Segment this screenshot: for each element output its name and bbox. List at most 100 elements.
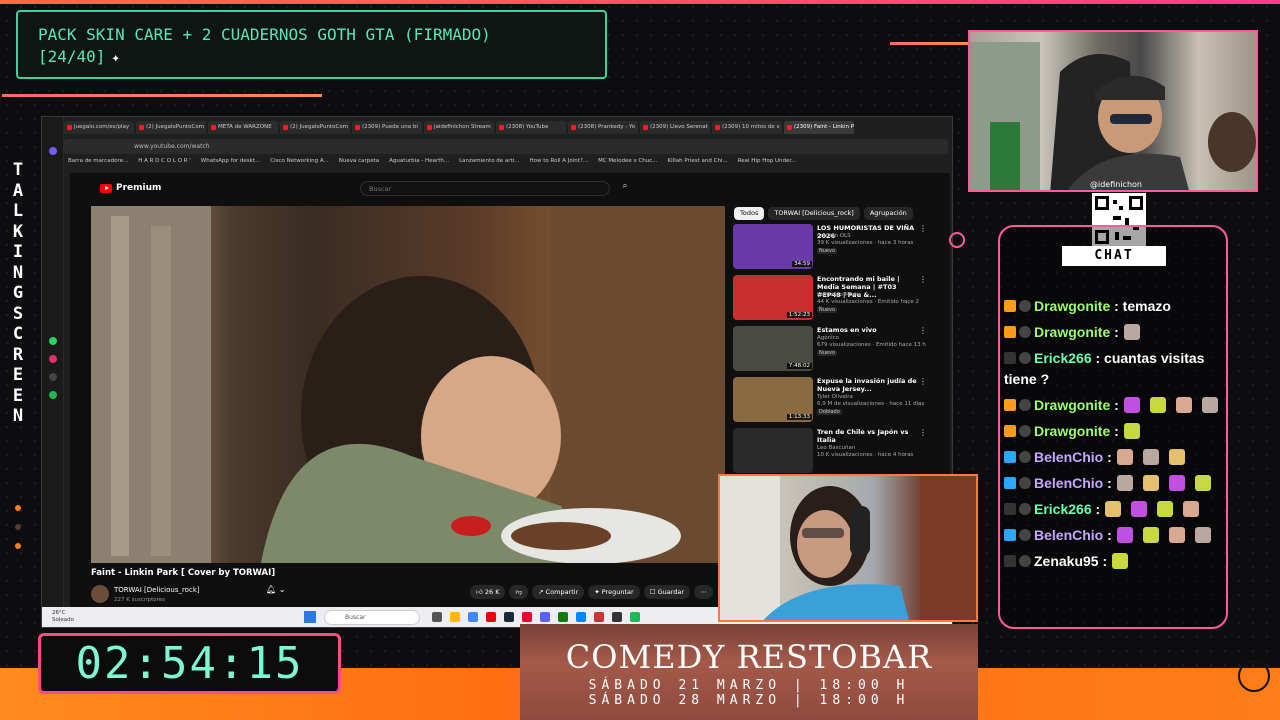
chat-text: : <box>1114 324 1119 340</box>
browser-tab[interactable]: (2309) 10 mitos de v <box>712 121 782 134</box>
chat-username[interactable]: Zenaku95 <box>1034 553 1099 569</box>
sidebar-home-icon[interactable] <box>49 147 57 155</box>
bookmark-item[interactable]: Lanzamiento de arti... <box>459 158 519 169</box>
filter-chip[interactable]: TORWAI [Delicious_rock] <box>768 207 860 220</box>
video-duration: 7:48:02 <box>786 363 812 369</box>
filter-chip[interactable]: Todos <box>734 207 765 220</box>
video-player[interactable] <box>91 206 725 563</box>
chat-username[interactable]: BelenChio <box>1034 527 1103 543</box>
taskbar-search[interactable]: Buscar <box>324 610 420 625</box>
browser-tab[interactable]: jaidefinichon Stream <box>424 121 494 134</box>
glasses <box>1110 114 1152 124</box>
steam-icon[interactable] <box>504 612 514 622</box>
browser-tab[interactable]: (2308) Prankedy - Yo <box>568 121 638 134</box>
chat-username[interactable]: BelenChio <box>1034 475 1103 491</box>
food <box>511 522 611 550</box>
bookmark-item[interactable]: Barra de marcadore... <box>68 158 128 169</box>
recommended-video[interactable]: 34:59 LOS HUMORISTAS DE VIÑA 2026 Cristian… <box>733 224 943 271</box>
recommended-channel: Leo Bascuñan <box>817 445 856 451</box>
recommended-video[interactable]: Tren de Chile vs Japón vs Italia Leo Basc… <box>733 428 943 475</box>
chat-username[interactable]: Drawgonite <box>1034 423 1110 439</box>
recommended-title[interactable]: Estamos en vivo <box>817 326 921 334</box>
more-options-icon[interactable]: ⋯ <box>694 585 713 599</box>
share-button[interactable]: ↗ Compartir <box>532 585 585 599</box>
browser-tab[interactable]: (2309) Puede una bi <box>352 121 422 134</box>
bookmark-item[interactable]: Killah Priest and Chi... <box>668 158 728 169</box>
weather-widget[interactable]: 26°C Soleado <box>52 610 74 624</box>
recommended-title[interactable]: Tren de Chile vs Japón vs Italia <box>817 428 921 444</box>
browser-tab[interactable]: (2308) YouTube <box>496 121 566 134</box>
accent-line <box>2 94 322 97</box>
spotify-taskbar-icon[interactable] <box>630 612 640 622</box>
chat-text: : <box>1107 527 1112 543</box>
filter-chip[interactable]: Agrupación <box>863 207 913 220</box>
search-icon[interactable]: ⌕ <box>614 181 636 196</box>
chat-username[interactable]: Drawgonite <box>1034 397 1110 413</box>
whatsapp-icon[interactable] <box>49 337 57 345</box>
app-icon[interactable] <box>576 612 586 622</box>
more-options-icon[interactable]: ⋮ <box>919 428 927 437</box>
xbox-icon[interactable] <box>558 612 568 622</box>
bookmark-item[interactable]: Aguaturbia - Hearth... <box>389 158 449 169</box>
like-button[interactable]: 👍︎ 26 K <box>470 585 506 599</box>
recommended-title[interactable]: Expuse la invasión judía de Nueva Jersey… <box>817 377 921 393</box>
chat-label: CHAT <box>1062 246 1166 266</box>
windows-start-icon[interactable] <box>304 611 316 623</box>
chat-username[interactable]: Drawgonite <box>1034 324 1110 340</box>
bookmark-item[interactable]: Cisco Networking A... <box>270 158 329 169</box>
save-button[interactable]: ☐ Guardar <box>643 585 691 599</box>
recommended-video[interactable]: 1:52:23 Encontrando mi baile | Media Sema… <box>733 275 943 322</box>
channel-name[interactable]: TORWAI [Delicious_rock] <box>114 586 200 594</box>
bookmark-item[interactable]: WhatsApp for deskt... <box>201 158 260 169</box>
chat-username[interactable]: Erick266 <box>1034 350 1092 366</box>
spotify-icon[interactable] <box>49 391 57 399</box>
more-options-icon[interactable]: ⋮ <box>919 326 927 335</box>
opera-icon[interactable] <box>486 612 496 622</box>
recommended-video[interactable]: 7:48:02 Estamos en vivo Agónico 679 visuali… <box>733 326 943 373</box>
task-view-icon[interactable] <box>432 612 442 622</box>
browser-tab[interactable]: META de WARZONE <box>208 121 278 134</box>
more-options-icon[interactable]: ⋮ <box>919 224 927 233</box>
app-icon[interactable] <box>522 612 532 622</box>
bookmark-item[interactable]: MC Melodee x Chuc... <box>598 158 657 169</box>
bookmark-item[interactable]: Nueva carpeta <box>339 158 379 169</box>
chat-username[interactable]: Drawgonite <box>1034 298 1110 314</box>
ask-button[interactable]: ✦ Preguntar <box>588 585 640 599</box>
emote-icon <box>1142 475 1159 491</box>
more-options-icon[interactable]: ⋮ <box>919 377 927 386</box>
app-icon[interactable] <box>612 612 622 622</box>
bookmark-item[interactable]: Real Hip Hop Under... <box>738 158 797 169</box>
recommended-channel: Dantesco Media <box>817 292 862 298</box>
browser-tab[interactable]: juegalo.com/es/play <box>64 121 134 134</box>
file-explorer-icon[interactable] <box>450 612 460 622</box>
chrome-icon[interactable] <box>468 612 478 622</box>
wall <box>720 476 780 620</box>
address-bar[interactable]: www.youtube.com/watch <box>64 139 948 154</box>
chat-text: : <box>1114 397 1119 413</box>
user-badge-icon <box>1004 326 1016 338</box>
chat-message: BelenChio : <box>1004 473 1224 494</box>
browser-tab[interactable]: (2309) Llevo Serenat <box>640 121 710 134</box>
recommended-video[interactable]: 1:13:33 Expuse la invasión judía de Nueva… <box>733 377 943 424</box>
chat-username[interactable]: BelenChio <box>1034 449 1103 465</box>
user-avatar-icon <box>1019 503 1031 515</box>
app-icon[interactable] <box>594 612 604 622</box>
tiktok-icon[interactable] <box>49 373 57 381</box>
youtube-search-input[interactable]: Buscar <box>360 181 610 196</box>
more-options-icon[interactable]: ⋮ <box>919 275 927 284</box>
notification-bell-icon[interactable]: 🔔︎ ⌄ <box>266 585 285 594</box>
subscriber-count: 227 K suscriptores <box>114 597 166 603</box>
discord-icon[interactable] <box>540 612 550 622</box>
chat-username[interactable]: Erick266 <box>1034 501 1092 517</box>
youtube-logo[interactable]: Premium <box>100 183 161 193</box>
video-thumbnail[interactable] <box>733 428 813 473</box>
save-label: Guardar <box>657 588 685 596</box>
bookmark-item[interactable]: How to Roll A Joint?... <box>530 158 589 169</box>
browser-tab[interactable]: (2309) Faint - Linkin P <box>784 121 854 134</box>
browser-tab[interactable]: (2) JuegaloPuntoCom <box>280 121 350 134</box>
bookmark-item[interactable]: H A R D C O L O R ' <box>138 158 191 169</box>
instagram-icon[interactable] <box>49 355 57 363</box>
dislike-button[interactable]: 👎︎ <box>509 585 529 599</box>
browser-tab[interactable]: (2) JuegaloPuntoCom <box>136 121 206 134</box>
channel-avatar[interactable] <box>91 585 109 603</box>
